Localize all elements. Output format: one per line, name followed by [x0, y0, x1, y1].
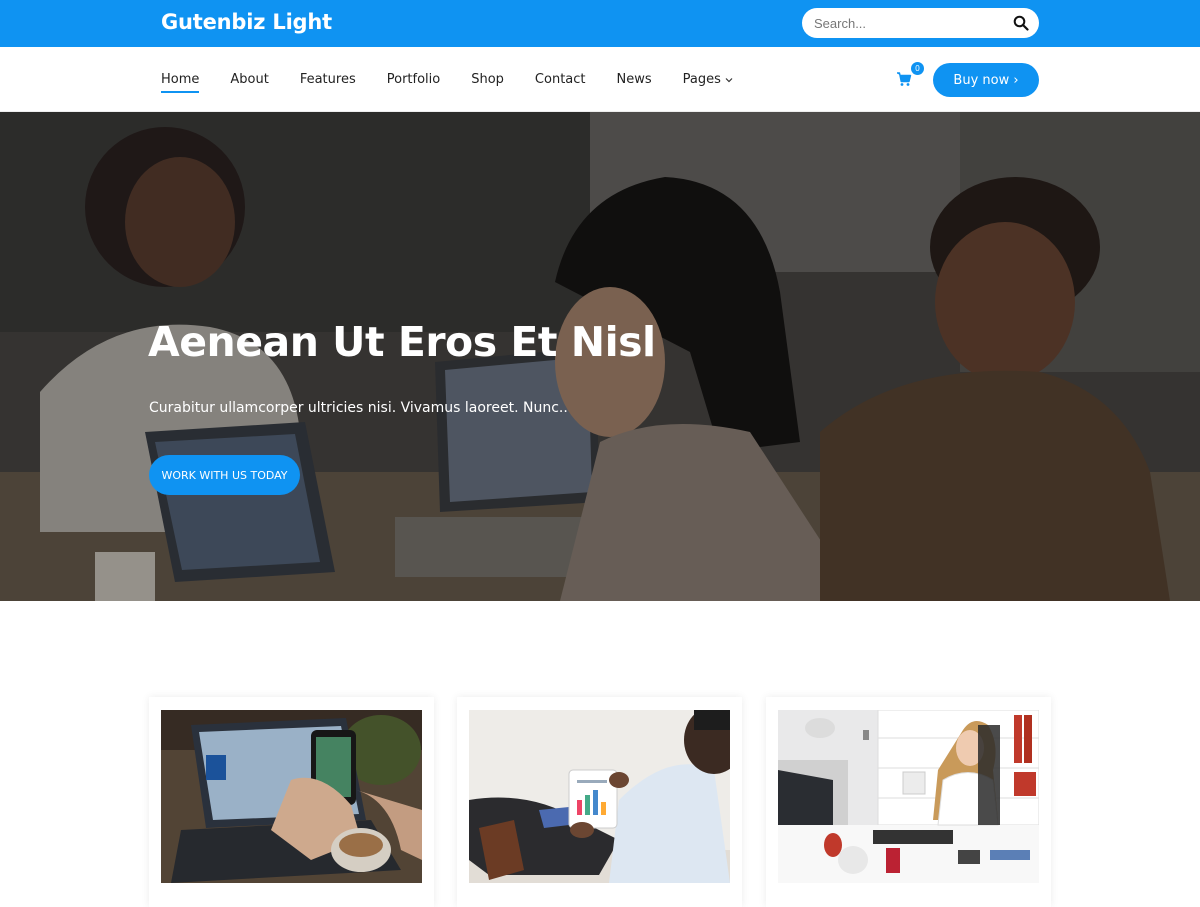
nav-item-home[interactable]: Home: [161, 47, 200, 112]
nav-item-news[interactable]: News: [617, 47, 652, 112]
office-woman-phone-photo: [778, 710, 1039, 883]
nav-item-features[interactable]: Features: [300, 47, 356, 112]
hero-title: Aenean Ut Eros Et Nisl: [148, 318, 656, 366]
site-title[interactable]: Gutenbiz Light: [161, 10, 332, 34]
top-bar: Gutenbiz Light: [0, 0, 1200, 47]
cart-icon[interactable]: [896, 71, 912, 87]
nav-item-shop[interactable]: Shop: [471, 47, 504, 112]
nav-item-portfolio[interactable]: Portfolio: [387, 47, 440, 112]
nav-item-contact[interactable]: Contact: [535, 47, 586, 112]
nav-item-pages[interactable]: Pages: [683, 47, 733, 112]
search-input[interactable]: [802, 8, 1002, 38]
feature-card[interactable]: [766, 697, 1051, 907]
laptop-phone-photo: [161, 710, 422, 883]
work-with-us-button[interactable]: WORK WITH US TODAY: [149, 455, 300, 495]
search-icon[interactable]: [1013, 15, 1029, 31]
card-image[interactable]: [778, 710, 1039, 883]
chevron-down-icon: [725, 77, 733, 82]
main-navbar: Home About Features Portfolio Shop Conta…: [0, 47, 1200, 112]
main-menu: Home About Features Portfolio Shop Conta…: [161, 47, 764, 112]
card-image[interactable]: [469, 710, 730, 883]
buy-now-button[interactable]: Buy now ›: [933, 63, 1039, 97]
feature-card[interactable]: [457, 697, 742, 907]
card-image[interactable]: [161, 710, 422, 883]
tablet-chart-photo: [469, 710, 730, 883]
feature-card[interactable]: [149, 697, 434, 907]
cart-count-badge: 0: [911, 62, 924, 75]
search-box[interactable]: [802, 8, 1039, 38]
hero-subtitle: Curabitur ullamcorper ultricies nisi. Vi…: [149, 400, 568, 416]
nav-item-about[interactable]: About: [230, 47, 268, 112]
hero-banner: Aenean Ut Eros Et Nisl Curabitur ullamco…: [0, 112, 1200, 601]
